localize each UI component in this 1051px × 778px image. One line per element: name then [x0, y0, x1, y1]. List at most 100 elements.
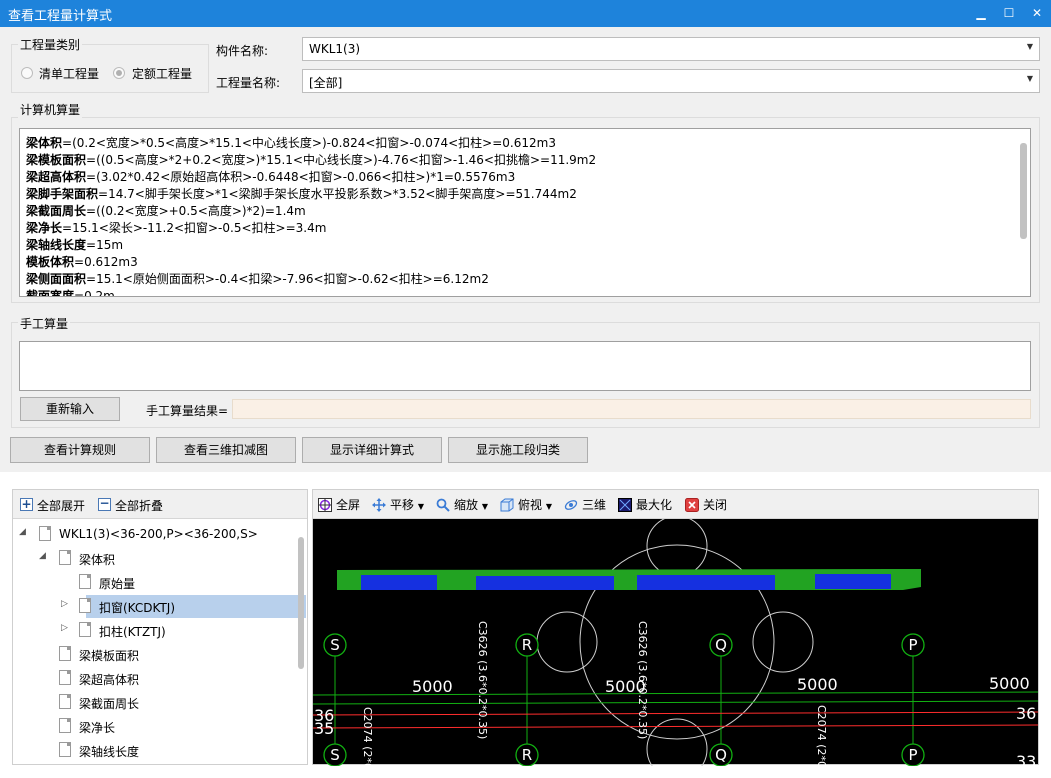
topview-tool[interactable]: 俯视 ▼: [500, 496, 552, 512]
dimension-text: 5000: [412, 677, 453, 696]
maximize-button[interactable]: ☐: [994, 0, 1024, 27]
qty-name-label: 工程量名称:: [216, 76, 281, 90]
minimize-button[interactable]: ▁: [966, 0, 996, 27]
close-view-tool[interactable]: 关闭: [685, 496, 727, 512]
radio-quota-qty[interactable]: [113, 67, 125, 79]
grid-line: [313, 711, 1038, 716]
show-detail-button[interactable]: 显示详细计算式: [302, 437, 442, 463]
manual-result-field: [232, 399, 1031, 419]
orbit-icon: [564, 500, 578, 510]
document-icon: [59, 694, 71, 709]
close-button[interactable]: ✕: [1022, 0, 1051, 27]
threed-tool[interactable]: 三维: [564, 496, 606, 512]
manual-result-label: 手工算量结果=: [146, 404, 229, 418]
show-stage-button[interactable]: 显示施工段归类: [448, 437, 588, 463]
cube-icon: [500, 498, 514, 512]
chevron-down-icon[interactable]: ▼: [482, 502, 488, 511]
component-name-label: 构件名称:: [216, 44, 269, 58]
calc-line: 梁截面周长=((0.2<宽度>+0.5<高度>)*2)=1.4m: [26, 204, 306, 218]
axis-label: S: [330, 636, 340, 654]
axis-label: Q: [715, 636, 727, 654]
expand-all-icon[interactable]: +: [20, 498, 33, 511]
document-icon: [59, 718, 71, 733]
axis-label: R: [522, 636, 532, 654]
axis-label: R: [522, 746, 532, 764]
fullscreen-tool[interactable]: 全屏: [318, 496, 360, 512]
document-icon: [79, 574, 91, 589]
calc-line: 梁超高体积=(3.02*0.42<原始超高体积>-0.6448<扣窗>-0.06…: [26, 170, 516, 184]
edge-number: 33: [1016, 752, 1036, 766]
collapse-all-icon[interactable]: −: [98, 497, 111, 511]
viewer-toolbar: 全屏 平移 ▼ 缩放 ▼ 俯视 ▼ 三维 最大化 关闭: [313, 490, 1038, 519]
axis-label: P: [908, 636, 917, 654]
reset-input-button[interactable]: 重新输入: [20, 397, 120, 421]
window-opening: [815, 574, 891, 589]
collapsed-arrow-icon[interactable]: ▷: [61, 623, 68, 633]
calc-line: 截面宽度=0.2m: [26, 289, 115, 297]
calc-line: 梁轴线长度=15m: [26, 238, 124, 252]
collapse-all-button[interactable]: 全部折叠: [115, 497, 163, 514]
close-red-icon: [685, 498, 699, 512]
upper-panel: 工程量类别 清单工程量 定额工程量 构件名称: WKL1(3) ▼ 工程量名称:…: [0, 27, 1051, 472]
pan-icon: [372, 498, 386, 512]
radio-quota-qty-label: 定额工程量: [132, 67, 193, 81]
dimension-text: 5000: [797, 675, 838, 694]
column-circle: [536, 611, 598, 673]
maximize-view-icon: [618, 498, 632, 512]
qty-type-legend: 工程量类别: [18, 36, 83, 53]
calc-scrollbar[interactable]: [1020, 143, 1027, 239]
view-3d-button[interactable]: 查看三维扣减图: [156, 437, 296, 463]
radio-list-qty[interactable]: [21, 67, 33, 79]
window-code-label: C2074 (2*0: [361, 707, 374, 766]
grid-line: [313, 724, 1038, 729]
edge-number: 35: [314, 719, 334, 738]
dimension-text: 5000: [989, 674, 1030, 693]
pan-tool[interactable]: 平移 ▼: [372, 496, 424, 512]
radio-list-qty-label: 清单工程量: [39, 67, 100, 81]
collapsed-arrow-icon[interactable]: ▷: [61, 599, 68, 609]
tree-scrollbar[interactable]: [298, 537, 304, 669]
title-bar: 查看工程量计算式 ▁ ☐ ✕: [0, 0, 1051, 27]
window-title: 查看工程量计算式: [8, 9, 113, 24]
component-name-select[interactable]: WKL1(3) ▼: [302, 37, 1040, 61]
calc-line: 梁净长=15.1<梁长>-11.2<扣窗>-0.5<扣柱>=3.4m: [26, 221, 327, 235]
zoom-tool[interactable]: 缩放 ▼: [436, 496, 488, 512]
expanded-arrow-icon[interactable]: ◢: [39, 551, 46, 561]
zoom-icon: [436, 498, 450, 512]
qty-name-value: [全部]: [309, 76, 343, 90]
qty-name-select[interactable]: [全部] ▼: [302, 69, 1040, 93]
chevron-down-icon[interactable]: ▼: [546, 502, 552, 511]
computer-calc-legend: 计算机算量: [18, 101, 83, 118]
edge-number: 36: [1016, 704, 1036, 723]
calc-line: 梁脚手架面积=14.7<脚手架长度>*1<梁脚手架长度水平投影系数>*3.52<…: [26, 187, 577, 201]
cad-drawing-canvas[interactable]: S R Q P S R Q P 5000 5000 5000 5000 36 3…: [313, 519, 1038, 766]
axis-label: P: [908, 746, 917, 764]
calc-line: 梁模板面积=((0.5<高度>*2+0.2<宽度>)*15.1<中心线长度>)-…: [26, 153, 597, 167]
document-icon: [59, 670, 71, 685]
window-code-label: C2074 (2*0: [815, 705, 828, 766]
expanded-arrow-icon[interactable]: ◢: [19, 527, 26, 537]
manual-calc-legend: 手工算量: [18, 315, 71, 332]
manual-calc-input[interactable]: [19, 341, 1031, 391]
window-code-label: C3626 (3.6*0.2*0.35): [636, 621, 649, 739]
viewer-panel: 全屏 平移 ▼ 缩放 ▼ 俯视 ▼ 三维 最大化 关闭 S R Q P S R …: [312, 489, 1039, 766]
chevron-down-icon[interactable]: ▼: [418, 502, 424, 511]
computer-calc-text[interactable]: 梁体积=(0.2<宽度>*0.5<高度>*15.1<中心线长度>)-0.824<…: [19, 128, 1031, 297]
axis-line: [313, 700, 1038, 705]
tree-panel: + 全部展开 − 全部折叠 ◢ WKL1(3)<36-200,P><36-200…: [12, 489, 308, 765]
fullscreen-icon: [318, 498, 332, 512]
component-name-value: WKL1(3): [309, 42, 361, 56]
axis-label: S: [330, 746, 340, 764]
expand-all-button[interactable]: 全部展开: [37, 497, 85, 514]
maximize-tool[interactable]: 最大化: [618, 496, 672, 512]
document-icon: [79, 622, 91, 637]
document-icon: [79, 598, 91, 613]
tree-toolbar: + 全部展开 − 全部折叠: [13, 490, 307, 519]
calc-line: 梁侧面面积=15.1<原始侧面面积>-0.4<扣梁>-7.96<扣窗>-0.62…: [26, 272, 489, 286]
document-icon: [59, 550, 71, 565]
calc-line: 梁体积=(0.2<宽度>*0.5<高度>*15.1<中心线长度>)-0.824<…: [26, 136, 556, 150]
view-rules-button[interactable]: 查看计算规则: [10, 437, 150, 463]
window-code-label: C3626 (3.6*0.2*0.35): [476, 621, 489, 739]
window-opening: [361, 575, 437, 590]
chevron-down-icon: ▼: [1026, 42, 1033, 51]
